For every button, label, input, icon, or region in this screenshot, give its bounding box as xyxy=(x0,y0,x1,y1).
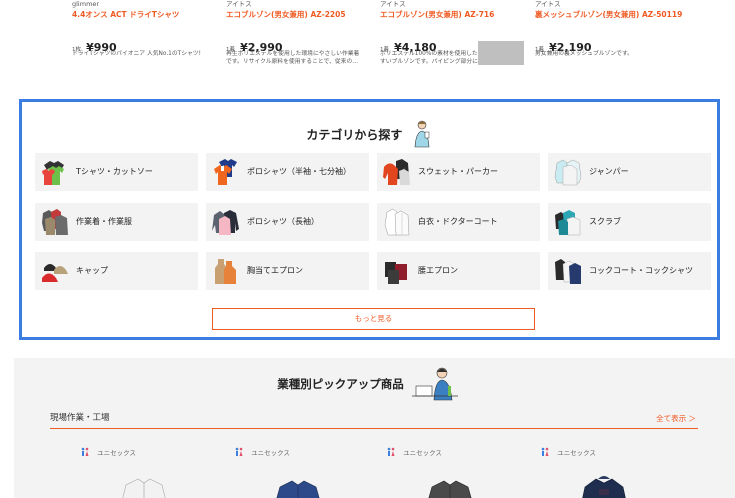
unisex-label: ユニセックス xyxy=(557,448,596,457)
product-brand: アイトス xyxy=(380,0,406,8)
category-label: 作業着・作業服 xyxy=(76,217,132,226)
category-label: スクラブ xyxy=(589,217,621,226)
unisex-tag: ユニセックス xyxy=(234,441,290,457)
category-label: ポロシャツ（半袖・七分袖） xyxy=(247,167,351,176)
product-name[interactable]: エコブルゾン(男女兼用) AZ-716 xyxy=(380,9,525,21)
padded-jacket-image xyxy=(582,476,626,498)
unisex-icon xyxy=(541,447,549,456)
scrub-icon xyxy=(555,210,581,236)
work-clothes-icon xyxy=(42,209,68,235)
product-card[interactable]: アイトス エコブルゾン(男女兼用) AZ-716 1着 ¥4,180 ポリエステ… xyxy=(380,0,525,65)
pickup-card[interactable]: ユニセックス xyxy=(80,441,210,498)
product-desc-2: です。リサイクル原料を使用することで、従来の… xyxy=(226,59,359,65)
white-jacket-image xyxy=(122,478,166,498)
category-cap[interactable]: キャップ xyxy=(35,252,198,290)
industry-field-bar: 現場作業・工場 全て表示 ＞ xyxy=(50,409,698,429)
unisex-label: ユニセックス xyxy=(97,448,136,457)
category-cook-coat[interactable]: コックコート・コックシャツ xyxy=(548,252,711,290)
category-doctor-coat[interactable]: 白衣・ドクターコート xyxy=(377,203,540,241)
unisex-label: ユニセックス xyxy=(403,448,442,457)
industry-label: 現場作業・工場 xyxy=(50,413,110,423)
category-label: 胸当てエプロン xyxy=(247,266,303,275)
product-brand: glimmer xyxy=(72,0,100,8)
navy-jacket-image xyxy=(276,480,320,498)
product-brand: アイトス xyxy=(535,0,561,8)
jumper-icon xyxy=(554,159,582,186)
category-label: キャップ xyxy=(76,266,108,275)
gray-jacket-image xyxy=(428,480,472,498)
unisex-tag: ユニセックス xyxy=(386,441,442,457)
unisex-icon xyxy=(235,447,243,456)
category-long-sleeve-polo[interactable]: ポロシャツ（長袖） xyxy=(206,203,369,241)
unisex-label: ユニセックス xyxy=(251,448,290,457)
product-name[interactable]: 4.4オンス ACT ドライTシャツ xyxy=(72,9,217,21)
pickup-card[interactable]: ユニセックス xyxy=(540,441,670,498)
category-panel: カテゴリから探す Tシャツ・カットソー ポロシャツ（半袖・七分袖） スウェット・… xyxy=(19,99,720,340)
product-card[interactable]: アイトス 裏メッシュブルゾン(男女兼用) AZ-50119 1着 ¥2,190 … xyxy=(535,0,682,57)
product-name[interactable]: エコブルゾン(男女兼用) AZ-2205 xyxy=(226,9,371,21)
pickup-title: 業種別ピックアップ商品 xyxy=(0,366,735,402)
product-name[interactable]: 裏メッシュブルゾン(男女兼用) AZ-50119 xyxy=(535,9,682,21)
waist-apron-icon xyxy=(385,262,407,284)
unisex-tag: ユニセックス xyxy=(540,441,596,457)
sweat-hoodie-icon xyxy=(383,159,410,185)
category-label: Tシャツ・カットソー xyxy=(76,167,153,176)
product-desc: 再生ポリエステルを使用した環境にやさしい作業着 xyxy=(226,51,360,57)
unisex-tag: ユニセックス xyxy=(80,441,136,457)
bib-apron-icon xyxy=(215,259,236,284)
polo-shirt-icon xyxy=(214,159,237,185)
long-sleeve-polo-icon xyxy=(212,210,239,235)
category-scrub[interactable]: スクラブ xyxy=(548,203,711,241)
unisex-icon xyxy=(81,447,89,456)
category-label: ポロシャツ（長袖） xyxy=(247,217,319,226)
unisex-icon xyxy=(387,447,395,456)
category-label: コックコート・コックシャツ xyxy=(589,266,693,275)
pickup-card[interactable]: ユニセックス xyxy=(234,441,364,498)
office-worker-icon xyxy=(411,367,458,401)
doctor-coat-icon xyxy=(384,208,410,236)
see-all-link[interactable]: 全て表示 ＞ xyxy=(656,413,696,424)
category-sweat-hoodie[interactable]: スウェット・パーカー xyxy=(377,153,540,191)
redacted-image-block xyxy=(478,41,524,65)
category-polo-shirt[interactable]: ポロシャツ（半袖・七分袖） xyxy=(206,153,369,191)
pickup-title-text: 業種別ピックアップ商品 xyxy=(277,377,404,391)
category-bib-apron[interactable]: 胸当てエプロン xyxy=(206,252,369,290)
category-label: 腰エプロン xyxy=(418,266,458,275)
pickup-card[interactable]: ユニセックス xyxy=(386,441,516,498)
category-work-clothes[interactable]: 作業着・作業服 xyxy=(35,203,198,241)
tshirt-icon xyxy=(42,161,64,185)
more-button[interactable]: もっと見る xyxy=(212,308,535,330)
cook-coat-icon xyxy=(555,259,581,284)
phone-person-icon xyxy=(414,120,429,148)
category-label: ジャンパー xyxy=(589,167,629,176)
product-brand: アイトス xyxy=(226,0,252,8)
category-title: カテゴリから探す xyxy=(22,119,717,149)
cap-icon xyxy=(42,264,68,282)
product-desc: 男女兼用の裏メッシュブルゾンです。 xyxy=(535,51,633,57)
category-label: 白衣・ドクターコート xyxy=(418,217,498,226)
category-title-text: カテゴリから探す xyxy=(306,127,403,142)
category-label: スウェット・パーカー xyxy=(418,167,498,176)
category-jumper[interactable]: ジャンパー xyxy=(548,153,711,191)
product-card[interactable]: glimmer 4.4オンス ACT ドライTシャツ 1枚 ¥990 ドライTシ… xyxy=(72,0,217,57)
category-tshirt[interactable]: Tシャツ・カットソー xyxy=(35,153,198,191)
product-card[interactable]: アイトス エコブルゾン(男女兼用) AZ-2205 1着 ¥2,990 再生ポリ… xyxy=(226,0,371,65)
category-waist-apron[interactable]: 腰エプロン xyxy=(377,252,540,290)
product-desc: ドライTシャツのパイオニア 人気No.1のTシャツ! xyxy=(72,51,201,57)
product-strip: glimmer 4.4オンス ACT ドライTシャツ 1枚 ¥990 ドライTシ… xyxy=(0,0,735,80)
